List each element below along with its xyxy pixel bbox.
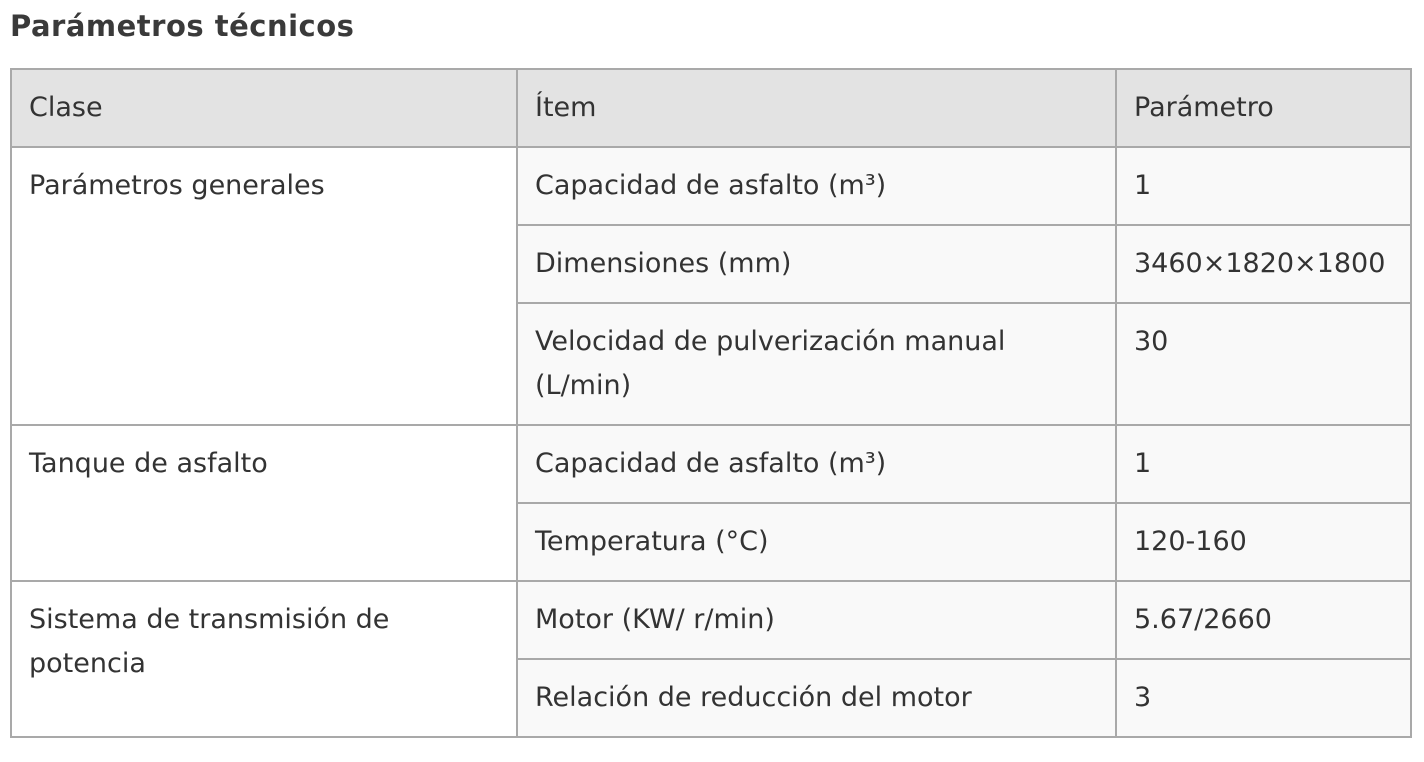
table-body: Parámetros generales Capacidad de asfalt… xyxy=(10,146,1412,738)
clase-cell: Parámetros generales xyxy=(10,146,518,426)
item-cell: Velocidad de pulverización manual (L/min… xyxy=(516,302,1117,426)
table-row: Tanque de asfalto Capacidad de asfalto (… xyxy=(10,424,1412,582)
param-cell: 30 xyxy=(1115,302,1412,426)
item-cell: Capacidad de asfalto (m³) xyxy=(516,424,1117,504)
item-cell: Motor (KW/ r/min) xyxy=(516,580,1117,660)
header-parametro: Parámetro xyxy=(1115,68,1412,148)
param-cell: 3 xyxy=(1115,658,1412,738)
header-row: Clase Ítem Parámetro xyxy=(10,68,1412,148)
param-cell: 5.67/2660 xyxy=(1115,580,1412,660)
param-cell: 1 xyxy=(1115,424,1412,504)
param-cell: 1 xyxy=(1115,146,1412,226)
page-title: Parámetros técnicos xyxy=(10,9,355,43)
item-cell: Dimensiones (mm) xyxy=(516,224,1117,304)
param-cell: 3460×1820×1800 xyxy=(1115,224,1412,304)
table-header: Clase Ítem Parámetro xyxy=(10,68,1412,148)
item-cell: Temperatura (°C) xyxy=(516,502,1117,582)
clase-cell: Sistema de transmisión de potencia xyxy=(10,580,518,738)
table-row: Sistema de transmisión de potencia Motor… xyxy=(10,580,1412,738)
header-clase: Clase xyxy=(10,68,518,148)
clase-cell: Tanque de asfalto xyxy=(10,424,518,582)
specs-table: Clase Ítem Parámetro Parámetros generale… xyxy=(10,68,1412,738)
header-item: Ítem xyxy=(516,68,1117,148)
item-cell: Relación de reducción del motor xyxy=(516,658,1117,738)
table-row: Parámetros generales Capacidad de asfalt… xyxy=(10,146,1412,426)
item-cell: Capacidad de asfalto (m³) xyxy=(516,146,1117,226)
param-cell: 120-160 xyxy=(1115,502,1412,582)
